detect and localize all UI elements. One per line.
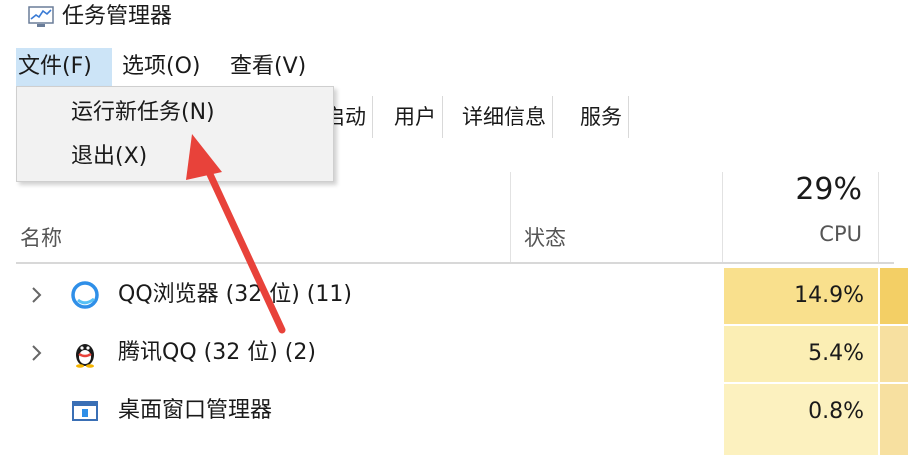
column-header-status[interactable]: 状态 <box>524 222 566 252</box>
next-column-edge <box>880 384 908 440</box>
column-header-name[interactable]: 名称 <box>20 222 62 252</box>
tab-services[interactable]: 服务 <box>574 96 629 138</box>
cpu-total-percent: 29% <box>795 172 862 207</box>
column-divider <box>878 172 879 262</box>
process-cpu: 0.8% <box>724 384 878 440</box>
table-row[interactable]: 桌面窗口管理器 0.8% <box>0 384 908 440</box>
task-manager-icon <box>28 6 54 27</box>
header-divider <box>16 262 894 264</box>
column-header-cpu[interactable]: CPU <box>722 222 862 246</box>
desktop-window-manager-icon <box>72 401 98 421</box>
process-cpu <box>724 438 878 455</box>
table-row[interactable]: QQ浏览器 (32 位) (11) 14.9% <box>0 268 908 324</box>
next-column-edge <box>880 326 908 382</box>
qq-penguin-icon <box>76 344 94 368</box>
task-manager-window: 任务管理器 文件(F) 选项(O) 查看(V) 启动 用户 详细信息 服务 运行… <box>0 0 908 455</box>
tab-users[interactable]: 用户 <box>388 96 443 138</box>
menu-item-run-new-task[interactable]: 运行新任务(N) <box>71 95 215 131</box>
next-column-edge <box>880 268 908 324</box>
process-name: 腾讯QQ (32 位) (2) <box>118 340 316 365</box>
menu-options[interactable]: 选项(O) <box>120 48 218 86</box>
chevron-right-icon[interactable] <box>30 284 44 306</box>
table-row[interactable] <box>0 438 908 455</box>
menu-item-exit[interactable]: 退出(X) <box>71 139 147 175</box>
qq-browser-icon <box>71 281 99 309</box>
chevron-right-icon[interactable] <box>30 342 44 364</box>
process-cpu: 14.9% <box>724 268 878 324</box>
column-divider <box>510 172 511 262</box>
menu-view[interactable]: 查看(V) <box>228 48 320 86</box>
table-row[interactable]: 腾讯QQ (32 位) (2) 5.4% <box>0 326 908 382</box>
tab-details[interactable]: 详细信息 <box>456 96 553 138</box>
next-column-edge <box>880 438 908 455</box>
file-dropdown-menu: 运行新任务(N) 退出(X) <box>16 86 334 182</box>
window-title: 任务管理器 <box>62 4 173 29</box>
process-name: QQ浏览器 (32 位) (11) <box>118 282 352 307</box>
menu-bar: 文件(F) 选项(O) 查看(V) <box>0 48 908 86</box>
process-name: 桌面窗口管理器 <box>118 398 273 423</box>
menu-file[interactable]: 文件(F) <box>16 48 112 86</box>
process-cpu: 5.4% <box>724 326 878 382</box>
title-bar: 任务管理器 <box>0 0 908 40</box>
